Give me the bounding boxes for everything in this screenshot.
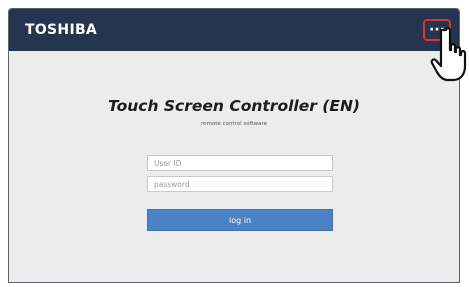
- header-bar: TOSHIBA ···: [9, 9, 459, 51]
- app-window: TOSHIBA ··· Touch Screen Controller (EN)…: [8, 8, 460, 283]
- brand-logo: TOSHIBA: [25, 22, 98, 38]
- userid-input[interactable]: [147, 155, 333, 171]
- pointing-hand-icon: [430, 27, 467, 82]
- login-button[interactable]: log in: [147, 209, 333, 231]
- password-input[interactable]: [147, 176, 333, 192]
- login-panel: Touch Screen Controller (EN) remote cont…: [9, 51, 459, 282]
- page-subtitle: remote control software: [201, 121, 267, 127]
- page-title: Touch Screen Controller (EN): [108, 97, 360, 115]
